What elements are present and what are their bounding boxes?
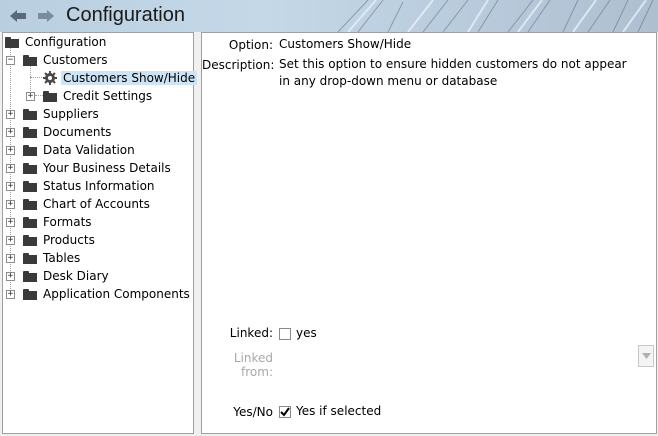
collapse-icon[interactable]: − xyxy=(6,56,15,65)
tree-item-suppliers[interactable]: Suppliers xyxy=(23,105,101,123)
tree-item-label: Status Information xyxy=(43,179,155,193)
tree-item-label: Formats xyxy=(43,215,92,229)
description-label: Description: xyxy=(202,58,275,72)
tree-item-label: Documents xyxy=(43,125,112,139)
tree-item-label: Desk Diary xyxy=(43,269,109,283)
tree-item-customers[interactable]: Customers xyxy=(23,51,110,69)
configuration-tree[interactable]: Configuration − Customers Customers Show… xyxy=(2,32,198,434)
expand-icon[interactable]: + xyxy=(6,128,15,137)
option-label: Option: xyxy=(228,38,273,52)
folder-icon xyxy=(23,180,37,192)
tree-item-documents[interactable]: Documents xyxy=(23,123,113,141)
tree-item-status-information[interactable]: Status Information xyxy=(23,177,157,195)
linked-checkbox[interactable] xyxy=(279,328,291,340)
tree-item-label: Credit Settings xyxy=(63,89,153,103)
folder-icon xyxy=(23,270,37,282)
tree-item-desk-diary[interactable]: Desk Diary xyxy=(23,267,111,285)
header-decoration xyxy=(337,0,654,32)
expand-icon[interactable]: + xyxy=(6,146,15,155)
title-bar: Configuration xyxy=(0,0,658,32)
tree-item-credit-settings[interactable]: Credit Settings xyxy=(43,87,154,105)
arrow-right-icon xyxy=(38,10,54,22)
expand-icon[interactable]: + xyxy=(6,200,15,209)
expand-icon[interactable]: + xyxy=(6,164,15,173)
folder-icon xyxy=(23,126,37,138)
tree-item-tables[interactable]: Tables xyxy=(23,249,82,267)
yes-no-checkbox[interactable] xyxy=(279,406,291,418)
linked-checkbox-text: yes xyxy=(296,326,317,340)
expand-icon[interactable]: + xyxy=(26,92,35,101)
description-value: Set this option to ensure hidden custome… xyxy=(279,57,627,88)
tree-item-formats[interactable]: Formats xyxy=(23,213,94,231)
folder-icon xyxy=(23,162,37,174)
tree-item-label: Configuration xyxy=(25,35,107,49)
yes-no-checkbox-text: Yes if selected xyxy=(296,404,382,418)
expand-icon[interactable]: + xyxy=(6,272,15,281)
tree-item-label: Customers xyxy=(43,53,108,67)
tree-connector xyxy=(35,95,43,96)
arrow-left-icon xyxy=(10,10,26,22)
checkmark-icon xyxy=(280,407,290,417)
expand-icon[interactable]: + xyxy=(6,218,15,227)
expand-icon[interactable]: + xyxy=(6,254,15,263)
back-button[interactable] xyxy=(8,8,28,24)
yes-no-label: Yes/No xyxy=(233,405,273,419)
page-title: Configuration xyxy=(66,4,185,26)
linked-from-dropdown[interactable] xyxy=(638,345,654,367)
folder-icon xyxy=(23,144,37,156)
tree-item-label: Tables xyxy=(43,251,81,265)
option-value: Customers Show/Hide xyxy=(279,37,412,51)
gear-icon xyxy=(43,71,57,85)
linked-label: Linked: xyxy=(229,326,273,340)
tree-item-application-components[interactable]: Application Components xyxy=(23,285,192,303)
folder-icon xyxy=(43,90,57,102)
tree-item-configuration[interactable]: Configuration xyxy=(5,33,108,51)
tree-item-label: Chart of Accounts xyxy=(43,197,150,211)
folder-icon xyxy=(23,288,37,300)
tree-item-your-business-details[interactable]: Your Business Details xyxy=(23,159,173,177)
forward-button[interactable] xyxy=(36,8,56,24)
folder-open-icon xyxy=(5,36,19,48)
tree-item-label: Data Validation xyxy=(43,143,135,157)
tree-item-label: Your Business Details xyxy=(43,161,171,175)
linked-from-label: Linked from: xyxy=(233,351,273,379)
folder-icon xyxy=(23,198,37,210)
chevron-down-icon xyxy=(641,353,651,359)
expand-icon[interactable]: + xyxy=(6,110,15,119)
tree-item-label: Application Components xyxy=(43,287,190,301)
tree-connector xyxy=(30,77,42,78)
tree-item-label: Suppliers xyxy=(43,107,99,121)
folder-icon xyxy=(23,234,37,246)
expand-icon[interactable]: + xyxy=(6,236,15,245)
option-detail-panel: Option: Customers Show/Hide Description:… xyxy=(201,32,657,434)
folder-icon xyxy=(23,108,37,120)
folder-icon xyxy=(23,216,37,228)
expand-icon[interactable]: + xyxy=(6,182,15,191)
tree-item-data-validation[interactable]: Data Validation xyxy=(23,141,137,159)
tree-item-label: Customers Show/Hide xyxy=(61,71,198,85)
expand-icon[interactable]: + xyxy=(6,290,15,299)
tree-item-chart-of-accounts[interactable]: Chart of Accounts xyxy=(23,195,152,213)
folder-icon xyxy=(23,252,37,264)
tree-item-label: Products xyxy=(43,233,95,247)
folder-open-icon xyxy=(23,54,37,66)
tree-item-products[interactable]: Products xyxy=(23,231,97,249)
tree-item-customers-show-hide[interactable]: Customers Show/Hide xyxy=(43,69,198,87)
